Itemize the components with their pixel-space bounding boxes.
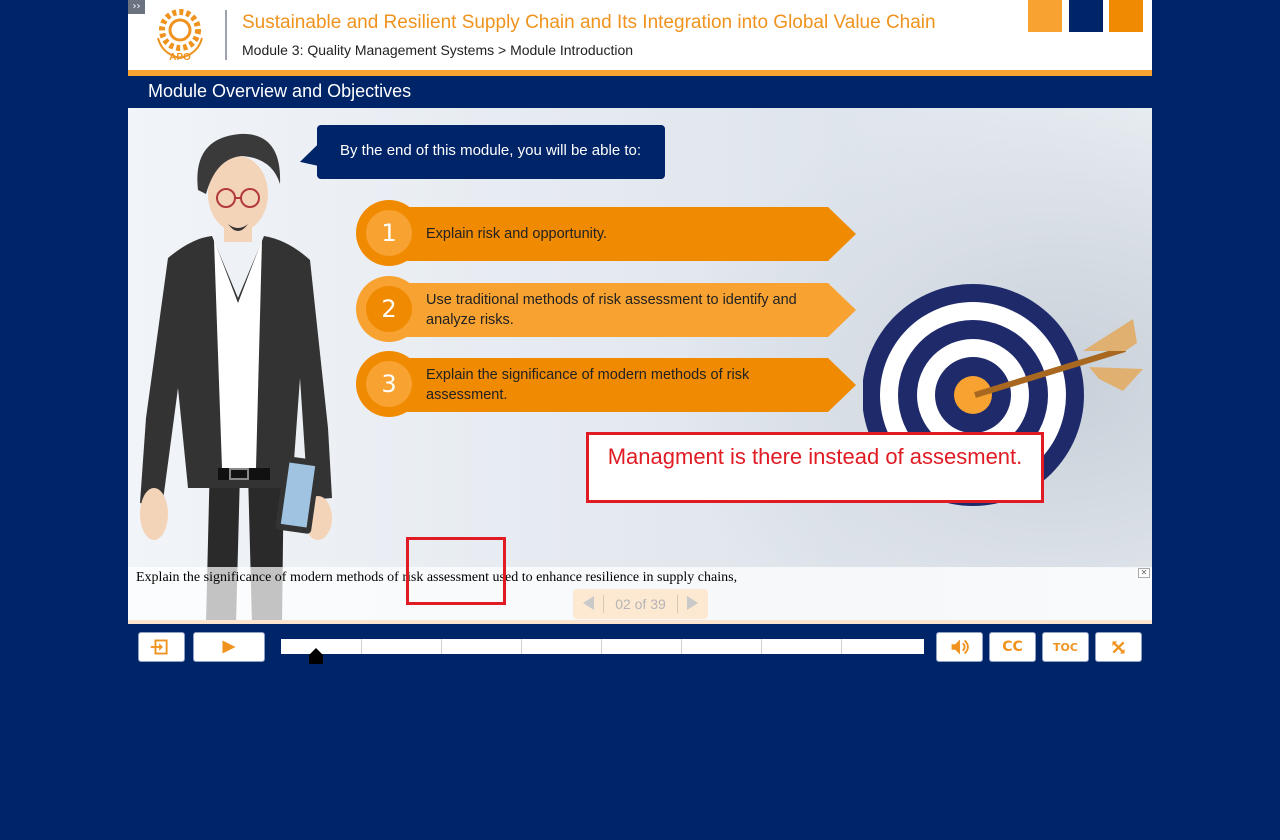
- volume-button[interactable]: [936, 632, 983, 662]
- toc-button[interactable]: TOC: [1042, 632, 1089, 662]
- speech-bubble: By the end of this module, you will be a…: [317, 125, 665, 179]
- objective-item: 1 Explain risk and opportunity.: [356, 200, 856, 266]
- objective-number-ring: 1: [356, 200, 422, 266]
- objective-number: 1: [366, 210, 412, 256]
- exit-button[interactable]: [138, 632, 185, 662]
- play-button[interactable]: [193, 632, 265, 662]
- objective-number-ring: 2: [356, 276, 422, 342]
- objective-number: 3: [366, 361, 412, 407]
- section-bar: Module Overview and Objectives: [128, 76, 1152, 108]
- color-square-orange: [1109, 0, 1143, 32]
- color-square-orange-light: [1028, 0, 1062, 32]
- course-title: Sustainable and Resilient Supply Chain a…: [242, 12, 936, 33]
- slide-bottom-line: [128, 620, 1152, 624]
- caption-close-icon[interactable]: ✕: [1138, 568, 1150, 578]
- review-highlight-box: [406, 537, 506, 605]
- course-header: APO Sustainable and Resilient Supply Cha…: [128, 0, 1152, 70]
- next-slide-icon[interactable]: [687, 596, 698, 610]
- objective-number: 2: [366, 286, 412, 332]
- section-title: Module Overview and Objectives: [148, 81, 412, 101]
- fullscreen-icon: [1112, 641, 1125, 654]
- sidebar-expand-button[interactable]: ››: [128, 0, 145, 14]
- header-divider: [225, 10, 227, 60]
- breadcrumb: Module 3: Quality Management Systems > M…: [242, 42, 634, 58]
- color-square-navy: [1069, 0, 1103, 32]
- fullscreen-button[interactable]: [1095, 632, 1142, 662]
- review-annotation-text: Managment is there instead of assesment.: [607, 444, 1023, 469]
- pager-divider: [677, 595, 678, 613]
- play-icon: [222, 640, 236, 654]
- objective-item: 2 Use traditional methods of risk assess…: [356, 276, 856, 342]
- presenter-character: [140, 133, 332, 624]
- intro-text: By the end of this module, you will be a…: [340, 142, 642, 159]
- objective-text: Use traditional methods of risk assessme…: [426, 292, 797, 328]
- logo-text: APO: [169, 52, 191, 63]
- slide-area: By the end of this module, you will be a…: [128, 108, 1152, 624]
- objective-item: 3 Explain the significance of modern met…: [356, 351, 856, 417]
- objective-text: Explain the significance of modern metho…: [426, 367, 750, 403]
- objective-text: Explain risk and opportunity.: [426, 226, 608, 242]
- progress-track[interactable]: [281, 639, 924, 654]
- progress-thumb[interactable]: [309, 648, 324, 664]
- objective-number-ring: 3: [356, 351, 422, 417]
- apo-logo: APO: [157, 9, 203, 63]
- toc-label: TOC: [1053, 640, 1078, 654]
- captions-button[interactable]: CC: [989, 632, 1036, 662]
- volume-icon: [951, 639, 969, 655]
- review-annotation-box: Managment is there instead of assesment.: [586, 432, 1044, 503]
- slide-pager: 02 of 39: [573, 589, 708, 619]
- exit-icon: [150, 639, 168, 655]
- captions-label: CC: [1002, 639, 1023, 655]
